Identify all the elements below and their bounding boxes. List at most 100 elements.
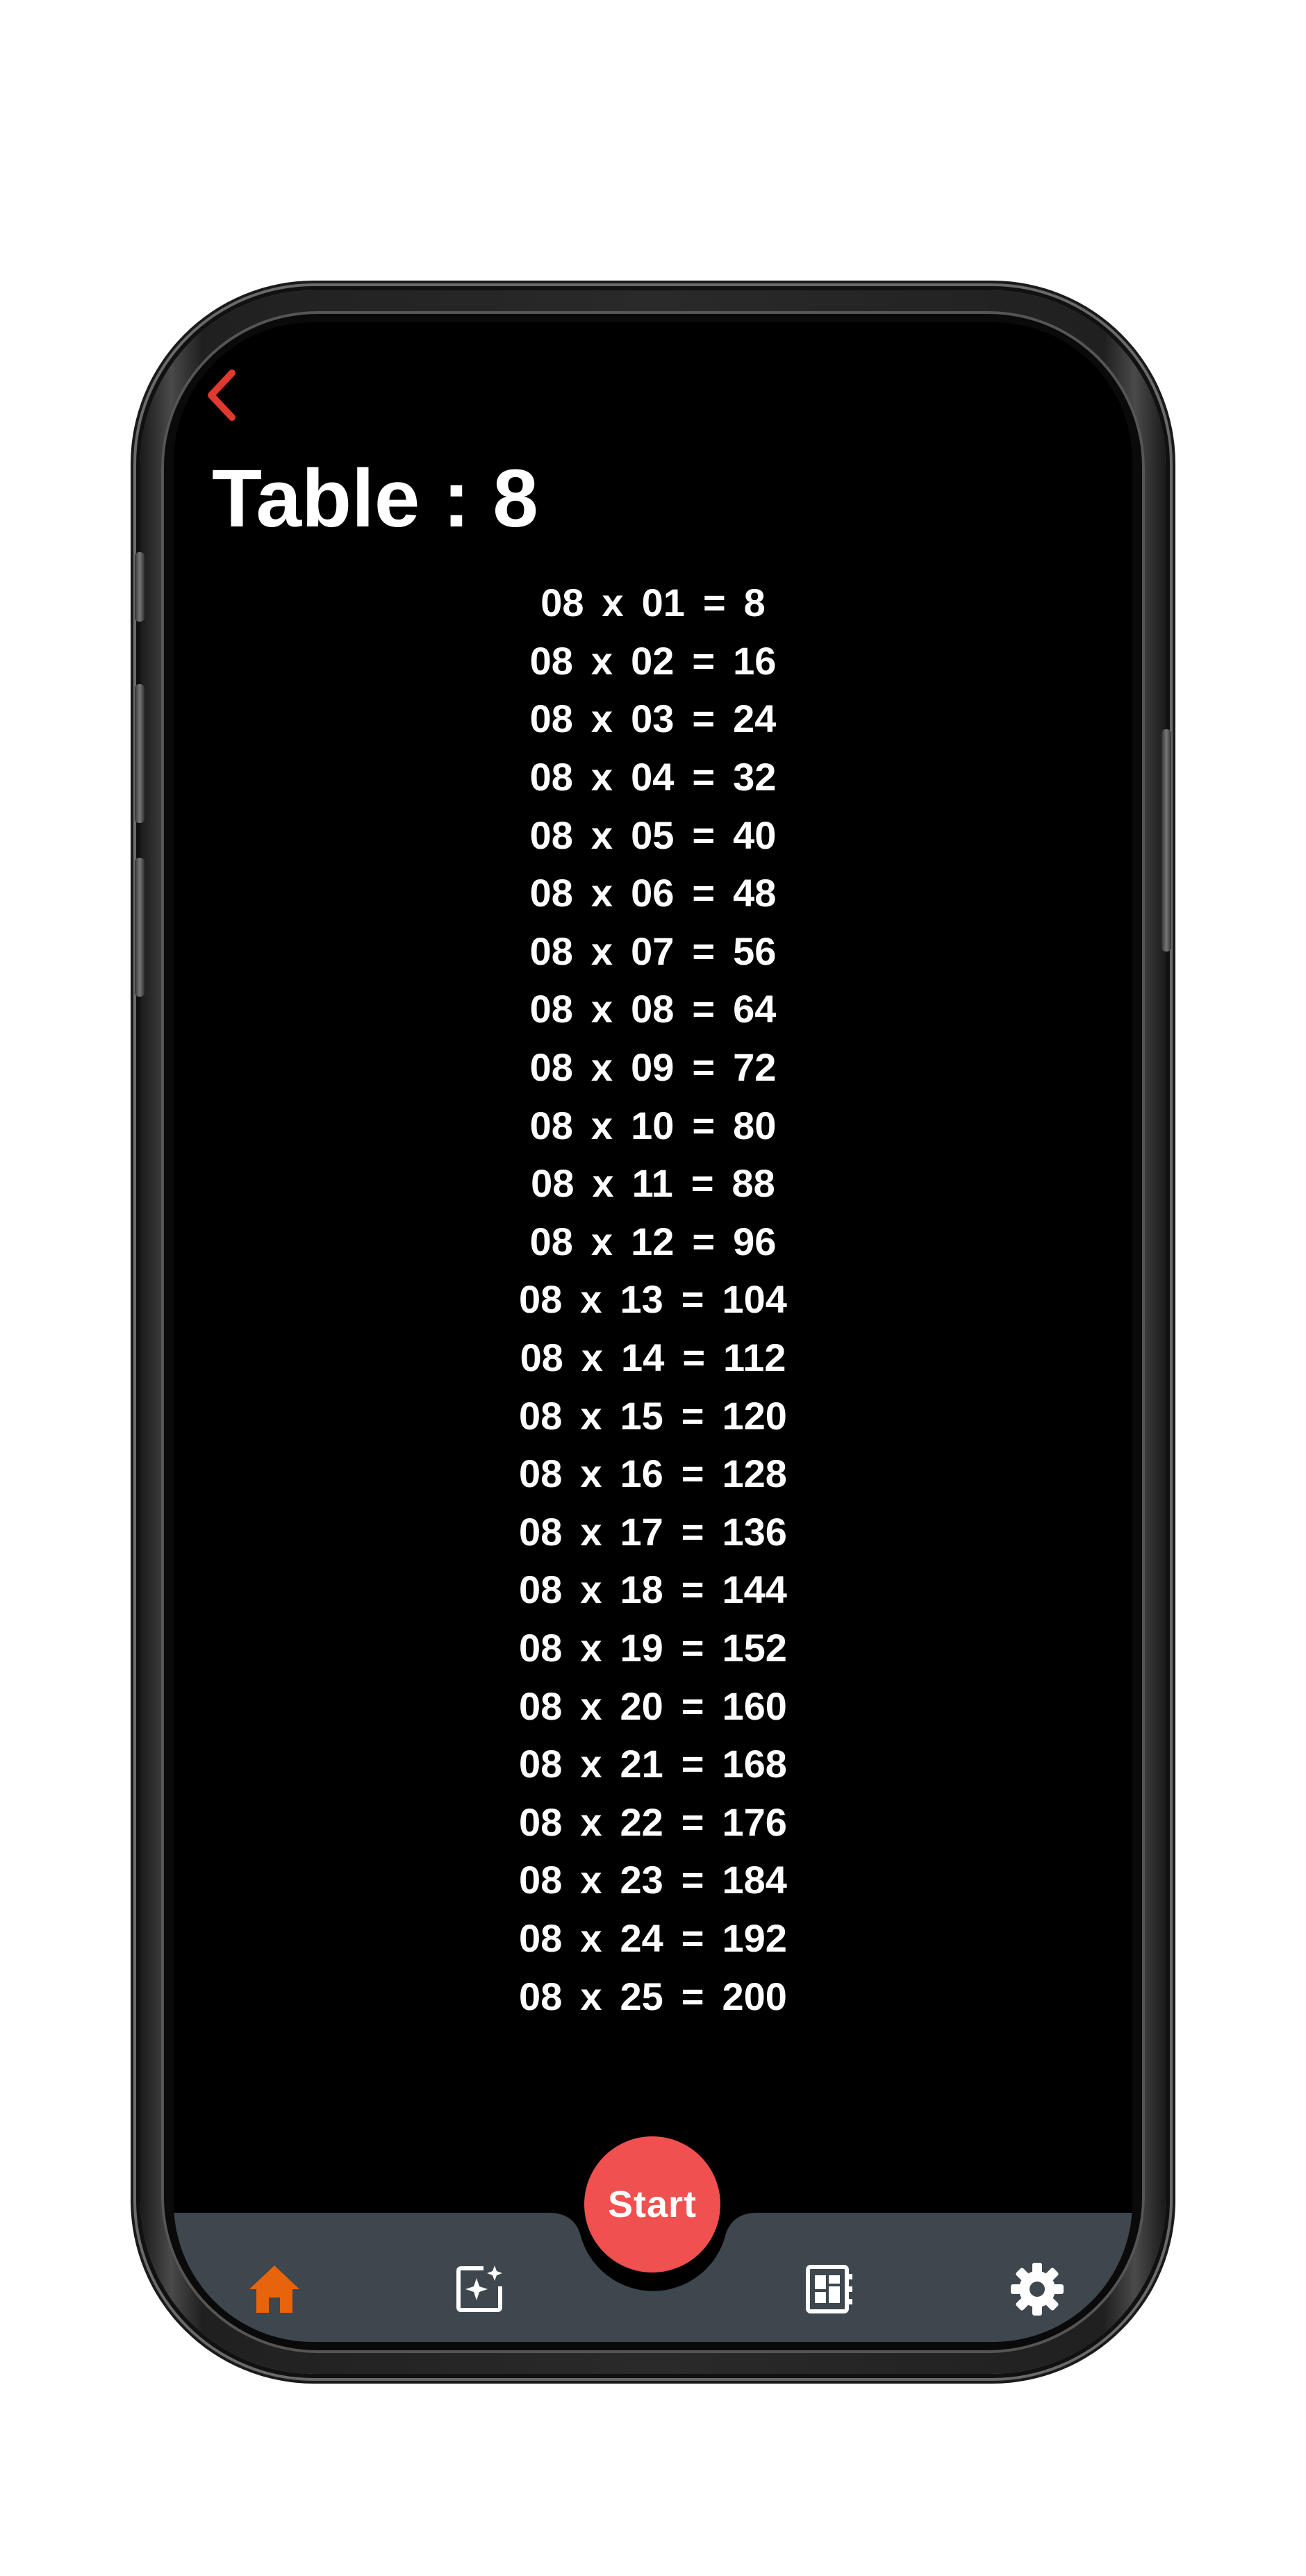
start-button[interactable]: Start xyxy=(584,2136,720,2272)
row-multiplier: 04 xyxy=(631,755,675,799)
row-operator: x xyxy=(580,1684,602,1728)
row-result: 128 xyxy=(722,1452,787,1496)
row-operator: x xyxy=(590,1219,613,1263)
table-row: 08 x 04 = 32 xyxy=(174,748,1132,806)
row-equals: = xyxy=(692,871,716,915)
row-equals: = xyxy=(681,1625,704,1670)
row-equals: = xyxy=(692,1219,716,1263)
row-operator: x xyxy=(580,1974,602,2018)
nav-settings-button[interactable] xyxy=(1002,2254,1072,2324)
row-multiplicand: 08 xyxy=(519,1742,563,1786)
back-button[interactable] xyxy=(191,364,254,426)
row-operator: x xyxy=(590,1103,613,1147)
row-multiplicand: 08 xyxy=(529,871,573,915)
row-equals: = xyxy=(702,581,726,625)
row-result: 120 xyxy=(722,1393,787,1438)
phone-volume-down-button xyxy=(135,858,144,997)
row-result: 200 xyxy=(722,1974,787,2018)
table-row: 08 x 15 = 120 xyxy=(174,1386,1132,1445)
row-operator: x xyxy=(580,1452,602,1496)
table-row: 08 x 22 = 176 xyxy=(174,1793,1132,1851)
nav-tables-button[interactable] xyxy=(794,2254,863,2324)
row-result: 176 xyxy=(722,1800,787,1844)
row-result: 160 xyxy=(722,1684,787,1728)
row-equals: = xyxy=(681,1393,704,1438)
row-result: 152 xyxy=(722,1625,787,1670)
row-equals: = xyxy=(691,1161,714,1206)
multiplication-table: 08 x 01 = 8 08 x 02 = 16 08 x 03 = 24 08 x 04 = 32 08 x 05 = 40 0… xyxy=(174,574,1132,2025)
table-row: 08 x 07 = 56 xyxy=(174,922,1132,981)
table-row: 08 x 19 = 152 xyxy=(174,1619,1132,1677)
row-multiplier: 11 xyxy=(631,1161,673,1206)
row-result: 192 xyxy=(722,1916,787,1960)
table-row: 08 x 20 = 160 xyxy=(174,1677,1132,1735)
row-multiplicand: 08 xyxy=(529,755,573,799)
row-equals: = xyxy=(681,1800,704,1844)
row-multiplicand: 08 xyxy=(519,1974,563,2018)
dashboard-book-icon xyxy=(806,2265,852,2313)
row-equals: = xyxy=(692,638,716,683)
row-multiplier: 08 xyxy=(631,987,675,1031)
row-multiplicand: 08 xyxy=(519,1858,563,1902)
row-result: 80 xyxy=(733,1103,777,1147)
row-operator: x xyxy=(590,871,613,915)
row-multiplier: 17 xyxy=(620,1509,663,1554)
row-equals: = xyxy=(692,755,716,799)
row-multiplicand: 08 xyxy=(519,1625,563,1670)
row-equals: = xyxy=(681,1568,704,1612)
row-equals: = xyxy=(681,1916,704,1960)
phone-silent-switch xyxy=(135,552,144,622)
row-multiplier: 16 xyxy=(620,1452,663,1496)
row-multiplier: 06 xyxy=(631,871,675,915)
table-row: 08 x 11 = 88 xyxy=(174,1154,1132,1213)
nav-home-button[interactable] xyxy=(240,2254,309,2324)
row-result: 168 xyxy=(722,1742,787,1786)
row-operator: x xyxy=(580,1800,602,1844)
row-equals: = xyxy=(692,1103,716,1147)
table-row: 08 x 06 = 48 xyxy=(174,864,1132,922)
row-operator: x xyxy=(580,1742,602,1786)
row-multiplier: 13 xyxy=(620,1277,663,1322)
table-row: 08 x 25 = 200 xyxy=(174,1967,1132,2025)
row-multiplier: 10 xyxy=(631,1103,675,1147)
table-row: 08 x 03 = 24 xyxy=(174,690,1132,748)
row-equals: = xyxy=(681,1684,704,1728)
row-multiplicand: 08 xyxy=(520,1336,563,1380)
row-result: 184 xyxy=(722,1858,787,1902)
row-result: 112 xyxy=(723,1336,786,1380)
row-result: 16 xyxy=(733,638,777,683)
row-multiplier: 24 xyxy=(620,1916,663,1960)
row-operator: x xyxy=(580,1858,602,1902)
row-multiplicand: 08 xyxy=(529,929,573,973)
row-result: 24 xyxy=(733,697,777,741)
row-multiplier: 22 xyxy=(620,1800,663,1844)
row-multiplicand: 08 xyxy=(529,1045,573,1090)
table-row: 08 x 01 = 8 xyxy=(174,574,1132,632)
row-multiplicand: 08 xyxy=(529,987,573,1031)
row-equals: = xyxy=(681,1509,704,1554)
row-result: 88 xyxy=(731,1161,775,1206)
row-result: 56 xyxy=(733,929,777,973)
row-equals: = xyxy=(682,1336,706,1380)
nav-practice-button[interactable] xyxy=(446,2254,515,2324)
row-result: 136 xyxy=(722,1509,787,1554)
row-multiplicand: 08 xyxy=(531,1161,575,1206)
home-icon xyxy=(249,2266,299,2313)
row-operator: x xyxy=(580,1277,602,1322)
row-multiplier: 18 xyxy=(620,1568,663,1612)
table-row: 08 x 12 = 96 xyxy=(174,1213,1132,1271)
row-multiplier: 01 xyxy=(641,581,685,625)
gear-icon xyxy=(1011,2263,1064,2316)
row-result: 48 xyxy=(733,871,777,915)
phone-power-button xyxy=(1162,729,1171,952)
row-equals: = xyxy=(692,1045,716,1090)
row-equals: = xyxy=(692,697,716,741)
sparkle-card-icon xyxy=(456,2266,502,2312)
row-result: 64 xyxy=(733,987,777,1031)
row-operator: x xyxy=(580,1393,602,1438)
row-multiplicand: 08 xyxy=(519,1800,563,1844)
row-operator: x xyxy=(580,1509,602,1554)
row-multiplier: 05 xyxy=(631,813,675,857)
row-multiplicand: 08 xyxy=(519,1277,563,1322)
row-result: 96 xyxy=(733,1219,777,1263)
